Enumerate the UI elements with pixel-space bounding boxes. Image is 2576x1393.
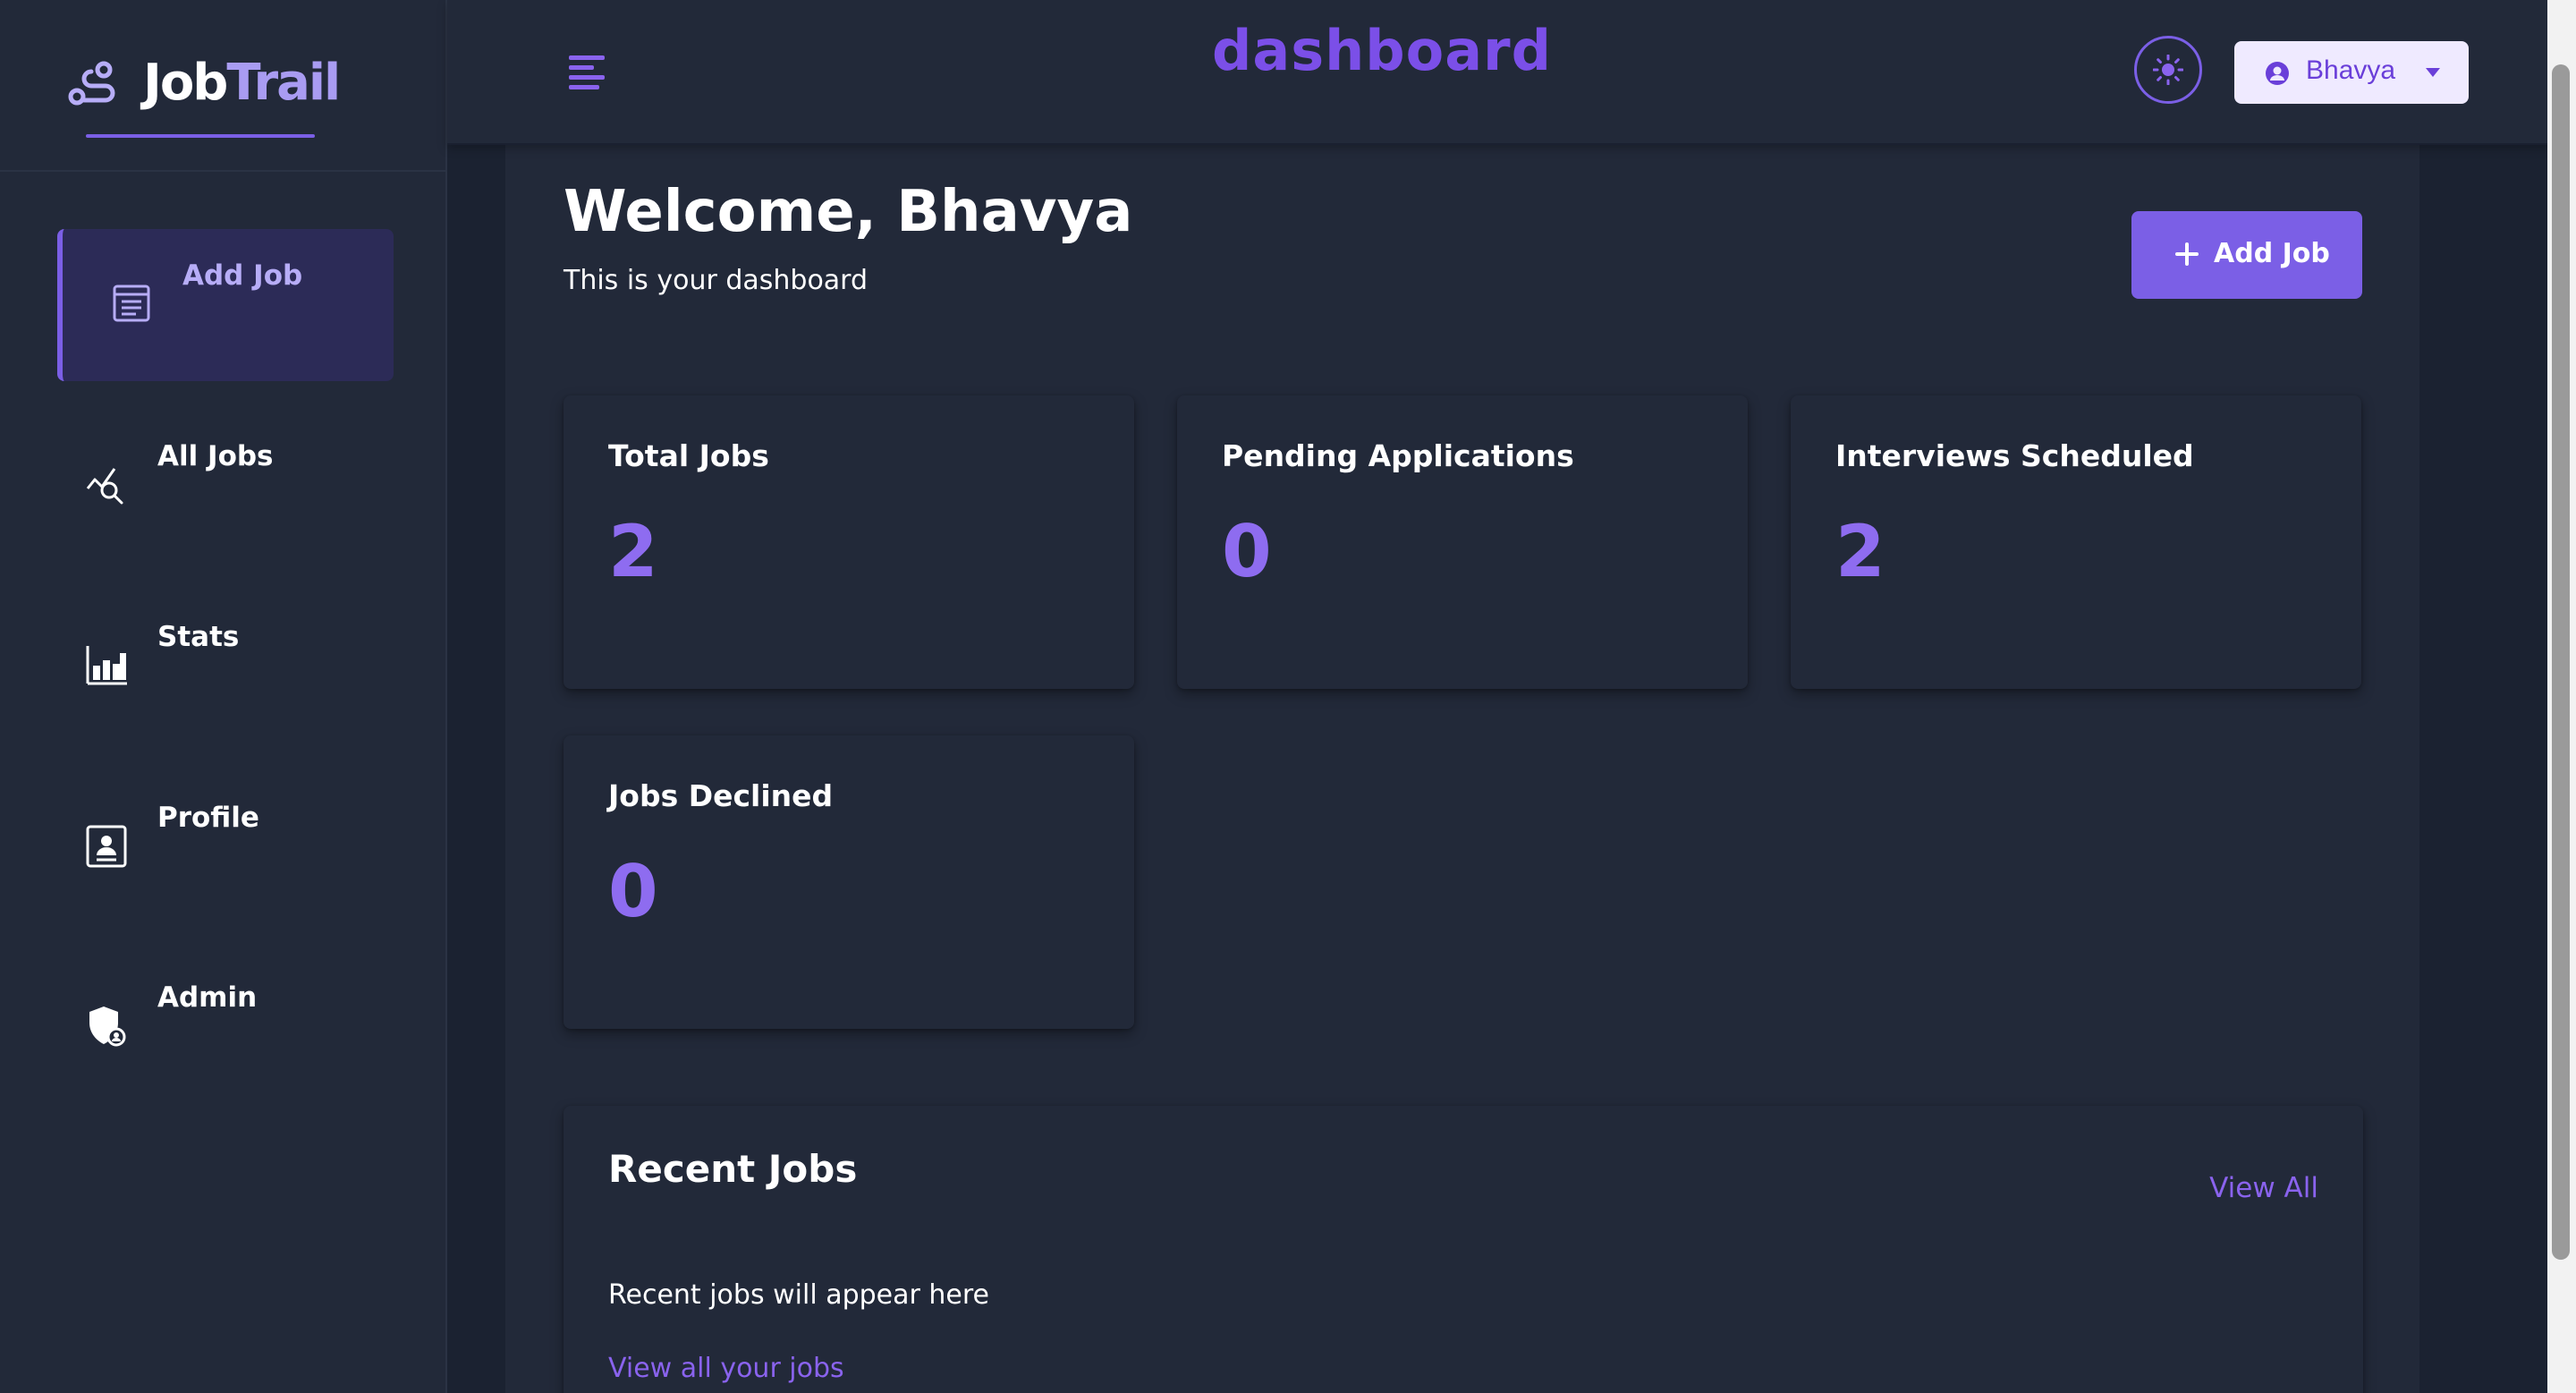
profile-icon (86, 825, 127, 868)
user-circle-icon (2266, 62, 2289, 85)
page-title: dashboard (1211, 18, 1553, 83)
top-navbar: dashboard Bhavya (447, 0, 2549, 145)
stat-card-value: 2 (608, 510, 658, 593)
sidebar: JobTrail Add Job All Jobs Stats Profile … (0, 0, 447, 1393)
sidebar-item-stats[interactable]: Stats (57, 590, 390, 743)
stat-card-value: 2 (1835, 510, 1885, 593)
route-icon (68, 61, 115, 106)
add-job-button[interactable]: Add Job (2131, 211, 2362, 299)
user-name: Bhavya (2306, 55, 2396, 85)
sidebar-item-all-jobs[interactable]: All Jobs (57, 410, 390, 562)
admin-icon (89, 1007, 126, 1047)
sidebar-item-label: Profile (157, 802, 259, 834)
sidebar-item-label: Stats (157, 621, 240, 653)
stat-card-pending-applications: Pending Applications 0 (1177, 395, 1748, 689)
brand-name-trail: Trail (226, 54, 341, 112)
dashboard-main: Welcome, Bhavya This is your dashboard A… (505, 143, 2419, 1393)
stat-card-title: Interviews Scheduled (1835, 438, 2194, 473)
stats-icon (86, 646, 127, 685)
welcome-subtitle: This is your dashboard (564, 265, 869, 296)
user-menu-button[interactable]: Bhavya (2234, 41, 2469, 104)
stat-card-total-jobs: Total Jobs 2 (564, 395, 1134, 689)
stat-card-value: 0 (608, 850, 658, 933)
sidebar-item-profile[interactable]: Profile (57, 771, 390, 923)
sidebar-item-label: Add Job (182, 259, 303, 292)
sidebar-item-admin[interactable]: Admin (57, 951, 390, 1103)
stat-card-value: 0 (1222, 510, 1272, 593)
all-jobs-icon (86, 468, 123, 505)
brand-name: JobTrail (143, 54, 341, 112)
stat-card-interviews-scheduled: Interviews Scheduled 2 (1791, 395, 2361, 689)
add-job-icon (113, 285, 150, 322)
stat-card-title: Jobs Declined (608, 778, 834, 813)
welcome-heading: Welcome, Bhavya (564, 179, 1133, 245)
stat-card-title: Total Jobs (608, 438, 769, 473)
add-job-button-label: Add Job (2214, 238, 2330, 269)
recent-jobs-section: Recent Jobs View All Recent jobs will ap… (564, 1106, 2363, 1393)
sidebar-item-label: All Jobs (157, 440, 274, 472)
stat-card-title: Pending Applications (1222, 438, 1574, 473)
view-all-jobs-link[interactable]: View all your jobs (608, 1353, 844, 1384)
stat-card-jobs-declined: Jobs Declined 0 (564, 735, 1134, 1029)
scrollbar[interactable] (2547, 0, 2576, 1393)
sun-icon (2153, 55, 2183, 85)
recent-jobs-title: Recent Jobs (608, 1147, 858, 1191)
brand-name-job: Job (143, 54, 228, 112)
sidebar-item-label: Admin (157, 981, 258, 1014)
view-all-link[interactable]: View All (2209, 1172, 2318, 1204)
scrollbar-thumb[interactable] (2552, 64, 2570, 1260)
app-window: JobTrail Add Job All Jobs Stats Profile … (0, 0, 2576, 1393)
theme-toggle-button[interactable] (2134, 36, 2202, 104)
logo-underline (86, 134, 315, 138)
plus-icon (2175, 242, 2199, 266)
sidebar-item-add-job[interactable]: Add Job (57, 229, 394, 381)
caret-down-icon (2426, 68, 2440, 77)
recent-jobs-empty-text: Recent jobs will appear here (608, 1279, 989, 1311)
brand-logo[interactable]: JobTrail (0, 0, 445, 172)
